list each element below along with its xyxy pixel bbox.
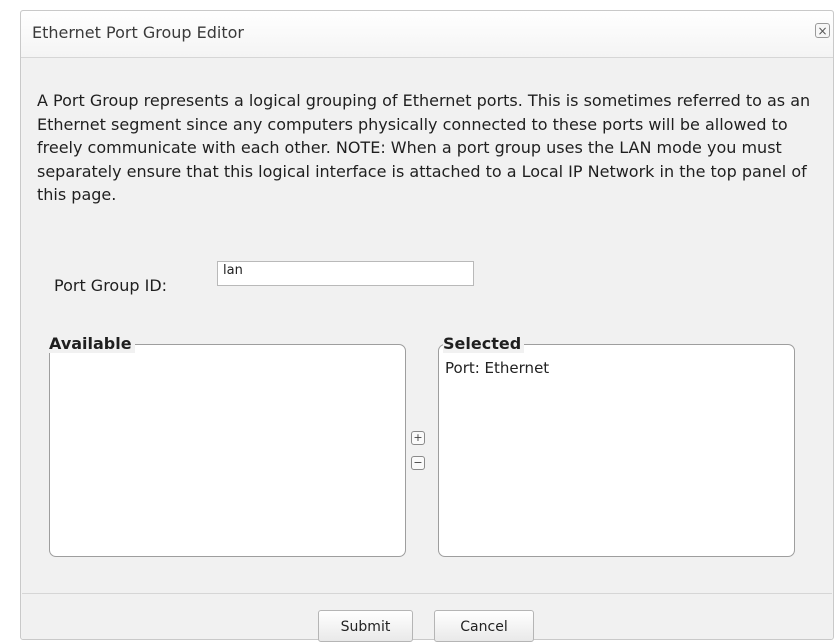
- description-text: A Port Group represents a logical groupi…: [37, 91, 811, 204]
- available-list[interactable]: Available: [49, 335, 406, 557]
- dialog-titlebar: Ethernet Port Group Editor ×: [21, 11, 833, 58]
- cancel-button[interactable]: Cancel: [434, 610, 534, 642]
- close-icon[interactable]: ×: [815, 23, 830, 38]
- dialog-footer: Submit Cancel: [22, 594, 832, 642]
- port-group-id-label: Port Group ID:: [54, 276, 168, 295]
- available-legend: Available: [49, 335, 135, 353]
- port-group-id-input[interactable]: [217, 261, 474, 286]
- add-port-button[interactable]: +: [411, 431, 425, 445]
- remove-port-button[interactable]: −: [411, 456, 425, 470]
- dialog-body: A Port Group represents a logical groupi…: [22, 58, 832, 594]
- port-group-editor-dialog: Ethernet Port Group Editor × A Port Grou…: [20, 10, 834, 642]
- selected-list[interactable]: Selected Port: Ethernet: [438, 335, 795, 557]
- selected-legend: Selected: [443, 335, 525, 353]
- dialog-title: Ethernet Port Group Editor: [32, 23, 244, 42]
- list-item[interactable]: Port: Ethernet: [445, 359, 549, 377]
- submit-button[interactable]: Submit: [318, 610, 413, 642]
